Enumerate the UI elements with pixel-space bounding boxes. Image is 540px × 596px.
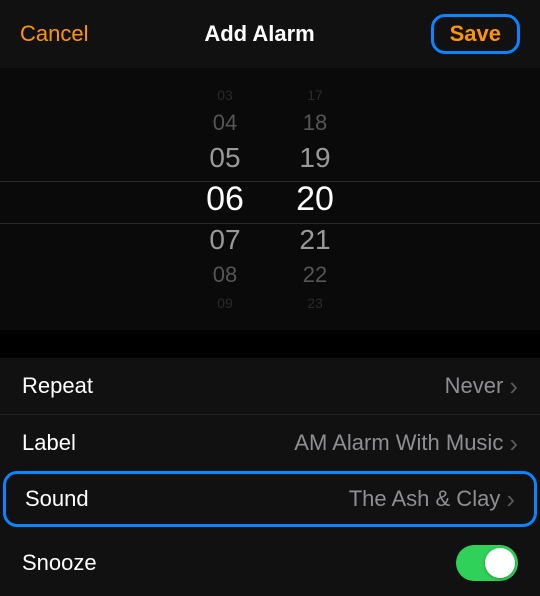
chevron-right-icon: › — [509, 430, 518, 456]
sound-label: Sound — [25, 486, 89, 512]
repeat-value-text: Never — [445, 373, 504, 399]
picker-item[interactable]: 22 — [303, 259, 327, 291]
cancel-button[interactable]: Cancel — [20, 21, 88, 47]
chevron-right-icon: › — [506, 486, 515, 512]
header: Cancel Add Alarm Save — [0, 0, 540, 68]
repeat-label: Repeat — [22, 373, 93, 399]
sound-value: The Ash & Clay › — [349, 486, 515, 512]
time-picker[interactable]: 03040506070809 17181920212223 — [0, 68, 540, 330]
hour-picker-column[interactable]: 03040506070809 — [180, 68, 270, 330]
page-title: Add Alarm — [204, 21, 314, 47]
picker-item[interactable]: 17 — [307, 83, 323, 107]
toggle-knob — [485, 548, 515, 578]
picker-selection-line-bottom — [0, 223, 540, 224]
picker-item[interactable]: 19 — [299, 139, 330, 177]
picker-item[interactable]: 06 — [206, 177, 244, 221]
picker-item[interactable]: 18 — [303, 107, 327, 139]
picker-item[interactable]: 23 — [307, 291, 323, 315]
label-value: AM Alarm With Music › — [294, 430, 518, 456]
picker-item[interactable]: 04 — [213, 107, 237, 139]
picker-selection-line-top — [0, 181, 540, 182]
repeat-row[interactable]: Repeat Never › — [0, 358, 540, 414]
snooze-label: Snooze — [22, 550, 97, 576]
picker-item[interactable]: 09 — [217, 291, 233, 315]
sound-row[interactable]: Sound The Ash & Clay › — [3, 471, 537, 527]
save-button[interactable]: Save — [431, 14, 520, 54]
snooze-row: Snooze — [0, 527, 540, 596]
picker-item[interactable]: 08 — [213, 259, 237, 291]
picker-item[interactable]: 05 — [209, 139, 240, 177]
repeat-value: Never › — [445, 373, 518, 399]
chevron-right-icon: › — [509, 373, 518, 399]
settings-list: Repeat Never › Label AM Alarm With Music… — [0, 358, 540, 596]
minute-picker-column[interactable]: 17181920212223 — [270, 68, 360, 330]
label-value-text: AM Alarm With Music — [294, 430, 503, 456]
sound-value-text: The Ash & Clay — [349, 486, 501, 512]
label-row[interactable]: Label AM Alarm With Music › — [0, 414, 540, 471]
picker-item[interactable]: 07 — [209, 221, 240, 259]
snooze-toggle[interactable] — [456, 545, 518, 581]
picker-item[interactable]: 03 — [217, 83, 233, 107]
picker-item[interactable]: 20 — [296, 177, 334, 221]
label-label: Label — [22, 430, 76, 456]
picker-item[interactable]: 21 — [299, 221, 330, 259]
